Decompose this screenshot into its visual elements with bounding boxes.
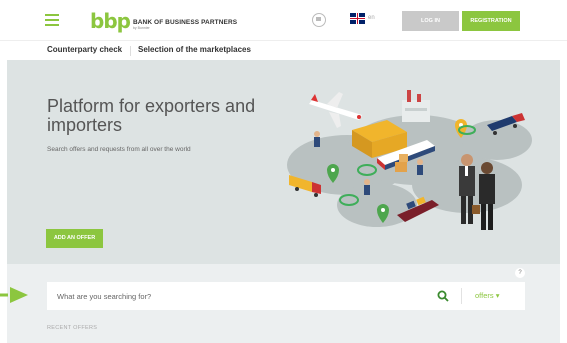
add-offer-button[interactable]: ADD AN OFFER bbox=[46, 229, 103, 248]
uk-flag-icon[interactable] bbox=[350, 13, 365, 24]
top-header: bbp BANK OF BUSINESS PARTNERS by Bonnier… bbox=[0, 0, 567, 40]
world-trade-illustration bbox=[287, 90, 532, 230]
search-icon[interactable] bbox=[437, 290, 449, 302]
language-label[interactable]: en bbox=[368, 15, 375, 21]
logo-mark: bbp bbox=[90, 9, 131, 33]
arrow-right-icon bbox=[0, 287, 28, 303]
nav-divider bbox=[130, 46, 131, 56]
search-box: offers ▾ bbox=[47, 282, 525, 310]
logo-sub: by Bonnier bbox=[132, 26, 150, 30]
airplane-icon bbox=[309, 92, 362, 128]
sub-navigation: Counterparty check Selection of the mark… bbox=[0, 40, 567, 60]
worker-figure-3 bbox=[417, 159, 423, 175]
registration-button[interactable]: REGISTRATION bbox=[462, 11, 520, 31]
site-logo[interactable]: bbp BANK OF BUSINESS PARTNERS by Bonnier bbox=[90, 9, 238, 33]
hero-title: Platform for exporters and importers bbox=[47, 96, 256, 135]
hero-banner: Platform for exporters and importers Sea… bbox=[7, 60, 560, 264]
login-button[interactable]: LOG IN bbox=[402, 11, 459, 31]
search-section: ? offers ▾ RECENT OFFERS bbox=[7, 264, 560, 343]
search-divider bbox=[461, 288, 462, 304]
nav-marketplaces[interactable]: Selection of the marketplaces bbox=[138, 45, 251, 54]
worker-figure-2 bbox=[364, 179, 370, 195]
chat-icon[interactable] bbox=[312, 13, 326, 27]
search-input[interactable] bbox=[57, 282, 417, 310]
search-scope-dropdown[interactable]: offers ▾ bbox=[475, 291, 499, 300]
nav-counterparty-check[interactable]: Counterparty check bbox=[47, 45, 122, 54]
recent-offers-label: RECENT OFFERS bbox=[47, 325, 98, 331]
logo-name: BANK OF BUSINESS PARTNERS bbox=[132, 19, 238, 26]
worker-figure-1 bbox=[314, 131, 320, 147]
help-icon[interactable]: ? bbox=[515, 268, 525, 278]
hamburger-icon[interactable] bbox=[45, 14, 59, 26]
factory-icon bbox=[402, 90, 430, 122]
hero-subtitle: Search offers and requests from all over… bbox=[47, 146, 191, 153]
